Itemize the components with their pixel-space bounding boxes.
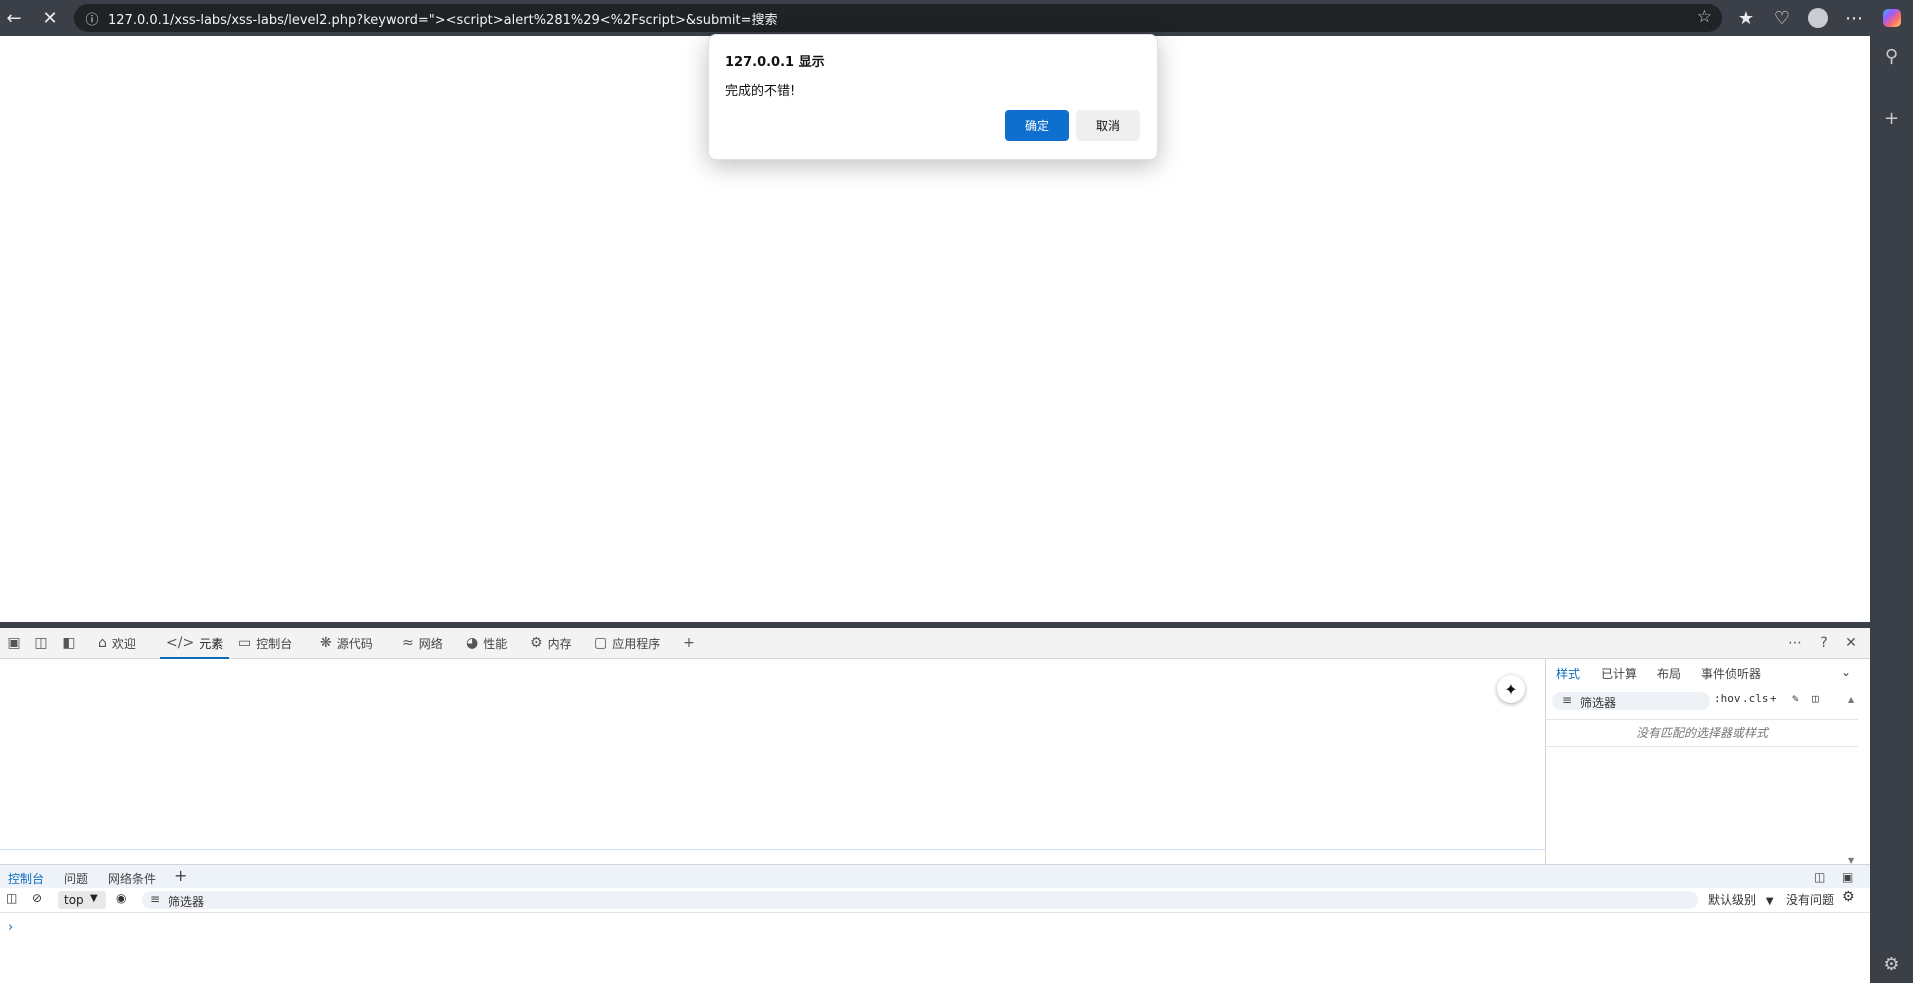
browser-essentials-icon[interactable]: ♡ bbox=[1770, 6, 1794, 30]
log-level-selector[interactable]: 默认级别 ▼ bbox=[1708, 891, 1774, 908]
stop-loading-icon[interactable]: ✕ bbox=[38, 6, 62, 30]
drawer-tab-network-conditions[interactable]: 网络条件 bbox=[108, 870, 156, 887]
address-bar[interactable]: ⓘ 127.0.0.1/xss-labs/xss-labs/level2.php… bbox=[74, 4, 1722, 32]
gear-icon: ⚙ bbox=[530, 635, 543, 651]
device-emulation-icon[interactable]: ◫ bbox=[30, 632, 52, 654]
drawer-tab-console[interactable]: 控制台 bbox=[3, 870, 49, 891]
accessibility-icon[interactable]: ✦ bbox=[1497, 675, 1525, 703]
chevron-down-icon[interactable]: ⌄ bbox=[1841, 665, 1851, 679]
site-info-icon[interactable]: ⓘ bbox=[82, 8, 102, 28]
alert-message: 完成的不错! bbox=[725, 84, 796, 99]
tab-elements[interactable]: </> 元素 bbox=[160, 628, 230, 659]
home-icon: ⌂ bbox=[98, 635, 107, 651]
tab-console[interactable]: ▭ 控制台 bbox=[238, 628, 292, 658]
tab-styles[interactable]: 样式 bbox=[1556, 665, 1580, 682]
sidebar-toggle-icon[interactable]: ◫ bbox=[6, 891, 17, 905]
browser-sidebar: ⚲ + ⚙ bbox=[1870, 36, 1913, 983]
tab-network[interactable]: ≈ 网络 bbox=[402, 628, 443, 658]
console-filter-input[interactable]: ≡ 筛选器 bbox=[142, 891, 1698, 909]
bug-icon: ❋ bbox=[320, 635, 332, 651]
styles-filter-input[interactable]: ≡ 筛选器 bbox=[1552, 692, 1710, 710]
gauge-icon: ◕ bbox=[466, 635, 479, 651]
favorites-icon[interactable]: ★ bbox=[1734, 6, 1758, 30]
new-rule-icon[interactable]: + bbox=[1770, 692, 1777, 705]
styles-pane: 样式 已计算 布局 事件侦听器 ⌄ ≡ 筛选器 :hov .cls + ✎ ◫ … bbox=[1545, 659, 1858, 865]
devtools-panel: ▣ ◫ ◧ ⌂ 欢迎 </> 元素 ▭ 控制台 ❋ 源代码 ≈ 网络 ◕ 性能 … bbox=[0, 628, 1870, 983]
alert-title: 127.0.0.1 显示 bbox=[725, 55, 825, 70]
tab-application[interactable]: ▢ 应用程序 bbox=[594, 628, 660, 658]
close-drawer-icon[interactable]: ▣ bbox=[1842, 870, 1853, 884]
settings-gear-icon[interactable]: ⚙ bbox=[1870, 954, 1913, 975]
tab-welcome[interactable]: ⌂ 欢迎 bbox=[98, 628, 136, 658]
dock-drawer-icon[interactable]: ◫ bbox=[1814, 870, 1825, 884]
inspect-icon[interactable]: ▣ bbox=[3, 632, 25, 654]
drawer-tab-bar: 控制台 问题 网络条件 + ◫ ▣ bbox=[0, 864, 1870, 891]
ok-button[interactable]: 确定 bbox=[1005, 110, 1069, 141]
dropdown-arrow-icon: ▼ bbox=[90, 893, 98, 904]
dock-side-icon[interactable]: ◧ bbox=[58, 632, 80, 654]
copilot-icon[interactable] bbox=[1880, 6, 1904, 30]
sidebar-toggle-icon[interactable]: ◫ bbox=[1812, 692, 1819, 705]
search-icon[interactable]: ⚲ bbox=[1870, 46, 1913, 67]
dropdown-arrow-icon: ▼ bbox=[1765, 896, 1774, 907]
add-tab-icon[interactable]: + bbox=[678, 632, 700, 654]
filter-icon: ≡ bbox=[1562, 693, 1573, 707]
eye-icon[interactable]: ◉ bbox=[116, 891, 126, 905]
console-toolbar: ◫ ⊘ top ▼ ◉ ≡ 筛选器 默认级别 ▼ 没有问题 ⚙ bbox=[0, 888, 1870, 913]
favorite-star-icon[interactable]: ☆ bbox=[1697, 7, 1712, 27]
cls-toggle[interactable]: .cls bbox=[1742, 692, 1769, 705]
hov-toggle[interactable]: :hov bbox=[1714, 692, 1741, 705]
add-drawer-tab-icon[interactable]: + bbox=[174, 866, 187, 885]
styles-scrollbar[interactable]: ▲ ▼ bbox=[1846, 695, 1858, 865]
close-devtools-icon[interactable]: ✕ bbox=[1840, 632, 1862, 654]
drawer-tab-issues[interactable]: 问题 bbox=[64, 870, 88, 887]
paint-icon[interactable]: ✎ bbox=[1792, 692, 1799, 705]
tab-computed[interactable]: 已计算 bbox=[1601, 665, 1637, 682]
elements-tree[interactable]: ✦ bbox=[0, 659, 1545, 850]
url-text[interactable]: 127.0.0.1/xss-labs/xss-labs/level2.php?k… bbox=[108, 9, 778, 28]
alert-dialog: 127.0.0.1 显示 完成的不错! 确定 取消 bbox=[708, 34, 1158, 160]
help-icon[interactable]: ? bbox=[1813, 632, 1835, 654]
filter-icon: ≡ bbox=[150, 892, 161, 906]
browser-toolbar: ← ✕ ⓘ 127.0.0.1/xss-labs/xss-labs/level2… bbox=[0, 0, 1913, 36]
code-icon: </> bbox=[166, 635, 195, 651]
tab-layout[interactable]: 布局 bbox=[1657, 665, 1681, 682]
tab-sources[interactable]: ❋ 源代码 bbox=[320, 628, 373, 658]
context-selector[interactable]: top ▼ bbox=[58, 891, 106, 909]
clear-console-icon[interactable]: ⊘ bbox=[32, 891, 42, 905]
cancel-button[interactable]: 取消 bbox=[1076, 110, 1140, 141]
tab-memory[interactable]: ⚙ 内存 bbox=[530, 628, 572, 658]
profile-avatar-icon[interactable] bbox=[1806, 6, 1830, 30]
more-tools-icon[interactable]: ⋯ bbox=[1784, 632, 1806, 654]
terminal-icon: ▭ bbox=[238, 635, 252, 651]
console-settings-icon[interactable]: ⚙ bbox=[1842, 889, 1855, 905]
no-styles-message: 没有匹配的选择器或样式 bbox=[1546, 719, 1858, 747]
issues-count[interactable]: 没有问题 bbox=[1786, 891, 1834, 908]
more-options-icon[interactable]: ⋯ bbox=[1842, 6, 1866, 30]
back-arrow-icon[interactable]: ← bbox=[2, 6, 26, 30]
wifi-icon: ≈ bbox=[402, 635, 414, 651]
tab-performance[interactable]: ◕ 性能 bbox=[466, 628, 507, 658]
add-icon[interactable]: + bbox=[1870, 108, 1913, 129]
devtools-tab-bar: ▣ ◫ ◧ ⌂ 欢迎 </> 元素 ▭ 控制台 ❋ 源代码 ≈ 网络 ◕ 性能 … bbox=[0, 628, 1870, 659]
console-prompt-chevron-icon[interactable]: › bbox=[8, 920, 13, 935]
app-icon: ▢ bbox=[594, 635, 608, 651]
tab-event-listeners[interactable]: 事件侦听器 bbox=[1701, 665, 1761, 682]
